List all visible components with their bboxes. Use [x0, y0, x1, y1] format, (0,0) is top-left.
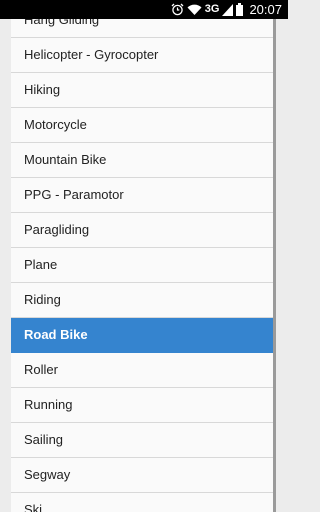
- wifi-icon: [187, 4, 202, 16]
- list-item[interactable]: Mountain Bike: [11, 143, 273, 178]
- list-item[interactable]: Riding: [11, 283, 273, 318]
- list-item[interactable]: Road Bike: [11, 318, 276, 353]
- alarm-icon: [171, 3, 184, 16]
- list-item[interactable]: Segway: [11, 458, 273, 493]
- clock: 20:07: [249, 2, 282, 17]
- list-item[interactable]: Running: [11, 388, 273, 423]
- activity-list[interactable]: Hang Gliding Helicopter - Gyrocopter Hikin…: [11, 19, 276, 512]
- list-scroll-edge: [273, 19, 276, 512]
- battery-icon: [236, 3, 244, 16]
- list-item[interactable]: Paragliding: [11, 213, 273, 248]
- status-icons: 3G 20:07: [171, 0, 282, 19]
- list-item[interactable]: PPG - Paramotor: [11, 178, 273, 213]
- list-item[interactable]: Hang Gliding: [11, 19, 273, 38]
- list-item[interactable]: Hiking: [11, 73, 273, 108]
- list-item[interactable]: Sailing: [11, 423, 273, 458]
- list-item[interactable]: Motorcycle: [11, 108, 273, 143]
- list-item[interactable]: Plane: [11, 248, 273, 283]
- status-bar: 3G 20:07: [0, 0, 288, 19]
- list-item[interactable]: Roller: [11, 353, 273, 388]
- list-item[interactable]: Helicopter - Gyrocopter: [11, 38, 273, 73]
- activity-list-panel: Hang Gliding Helicopter - Gyrocopter Hikin…: [0, 19, 288, 512]
- list-item[interactable]: Ski: [11, 493, 273, 512]
- network-type: 3G: [204, 3, 220, 15]
- signal-icon: [222, 3, 234, 16]
